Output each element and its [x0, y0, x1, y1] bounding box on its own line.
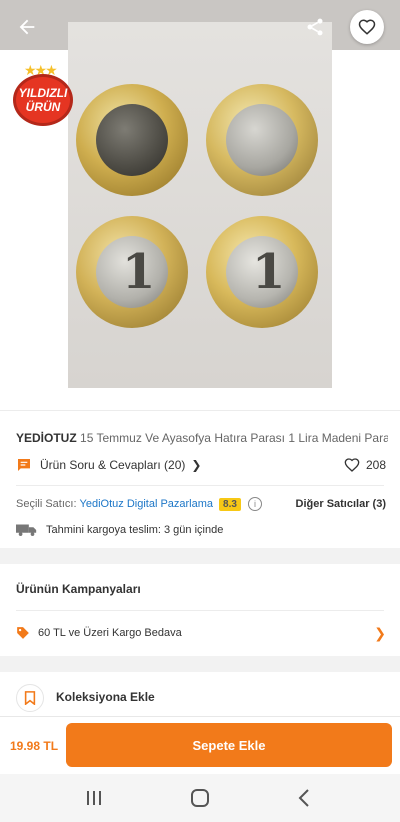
add-to-cart-button[interactable]: Sepete Ekle — [66, 723, 392, 767]
heart-icon — [358, 19, 376, 35]
share-button[interactable] — [298, 10, 332, 44]
campaign-label: 60 TL ve Üzeri Kargo Bedava — [38, 627, 182, 639]
product-title: YEDİOTUZ 15 Temmuz Ve Ayasofya Hatıra Pa… — [16, 431, 388, 445]
price-label: 19.98 TL — [10, 739, 59, 753]
recents-button[interactable] — [74, 786, 114, 810]
product-info-card: YEDİOTUZ 15 Temmuz Ve Ayasofya Hatıra Pa… — [0, 410, 400, 548]
seller-row: Seçili Satıcı: YediOtuz Digital Pazarlam… — [16, 495, 386, 513]
chevron-right-icon: ❯ — [374, 624, 386, 641]
nav-back-button[interactable] — [284, 786, 324, 810]
home-button[interactable] — [180, 786, 220, 810]
favorite-button[interactable] — [350, 10, 384, 44]
badge-text: YILDIZLI — [18, 86, 68, 100]
chevron-right-icon: ❯ — [191, 458, 202, 472]
seller-score-badge: 8.3 — [219, 497, 241, 511]
campaigns-section: Ürünün Kampanyaları 60 TL ve Üzeri Kargo… — [0, 564, 400, 656]
system-nav-bar — [0, 774, 400, 822]
divider — [16, 610, 384, 611]
bottom-action-bar: 19.98 TL Sepete Ekle — [0, 716, 400, 774]
star-product-badge: ★★★ YILDIZLI ÜRÜN — [10, 62, 76, 128]
share-icon — [307, 18, 323, 36]
badge-text: ÜRÜN — [25, 100, 61, 114]
coin-image — [206, 84, 318, 196]
campaign-item[interactable]: 60 TL ve Üzeri Kargo Bedava ❯ — [16, 624, 386, 642]
product-image-area: 1 1 ★★★ YILDIZLI ÜRÜN — [0, 0, 400, 410]
shipping-text: Tahmini kargoya teslim: 3 gün içinde — [46, 524, 224, 536]
divider — [16, 485, 384, 486]
back-arrow-icon — [19, 19, 35, 35]
qa-row[interactable]: Ürün Soru & Cevapları (20) ❯ 208 — [16, 455, 386, 475]
product-name: 15 Temmuz Ve Ayasofya Hatıra Parası 1 Li… — [80, 431, 388, 445]
bookmark-icon — [24, 691, 36, 705]
seller-name-link[interactable]: YediOtuz Digital Pazarlama — [80, 498, 214, 510]
chat-icon — [18, 459, 30, 471]
seller-label: Seçili Satıcı: — [16, 498, 77, 510]
recents-icon — [87, 791, 101, 805]
coin-image: 1 — [206, 216, 318, 328]
qa-link[interactable]: Ürün Soru & Cevapları (20) — [40, 458, 185, 472]
like-count-value: 208 — [365, 458, 386, 472]
brand-name[interactable]: YEDİOTUZ — [16, 431, 77, 445]
back-icon — [298, 789, 309, 807]
like-count[interactable]: 208 — [344, 457, 386, 473]
tag-icon — [17, 627, 29, 639]
collection-label: Koleksiyona Ekle — [56, 690, 155, 704]
back-button[interactable] — [10, 10, 44, 44]
bookmark-button[interactable] — [16, 684, 44, 712]
add-to-collection-row[interactable]: Koleksiyona Ekle — [0, 672, 400, 722]
other-sellers-link[interactable]: Diğer Satıcılar (3) — [296, 498, 386, 510]
shipping-estimate: Tahmini kargoya teslim: 3 gün içinde — [16, 521, 223, 539]
coin-image: 1 — [76, 216, 188, 328]
campaigns-title: Ürünün Kampanyaları — [16, 582, 141, 596]
product-photo[interactable]: 1 1 — [68, 22, 332, 388]
heart-icon — [344, 458, 360, 472]
home-icon — [191, 789, 209, 807]
truck-icon — [16, 524, 37, 536]
coin-image — [76, 84, 188, 196]
info-icon[interactable]: i — [247, 497, 262, 511]
